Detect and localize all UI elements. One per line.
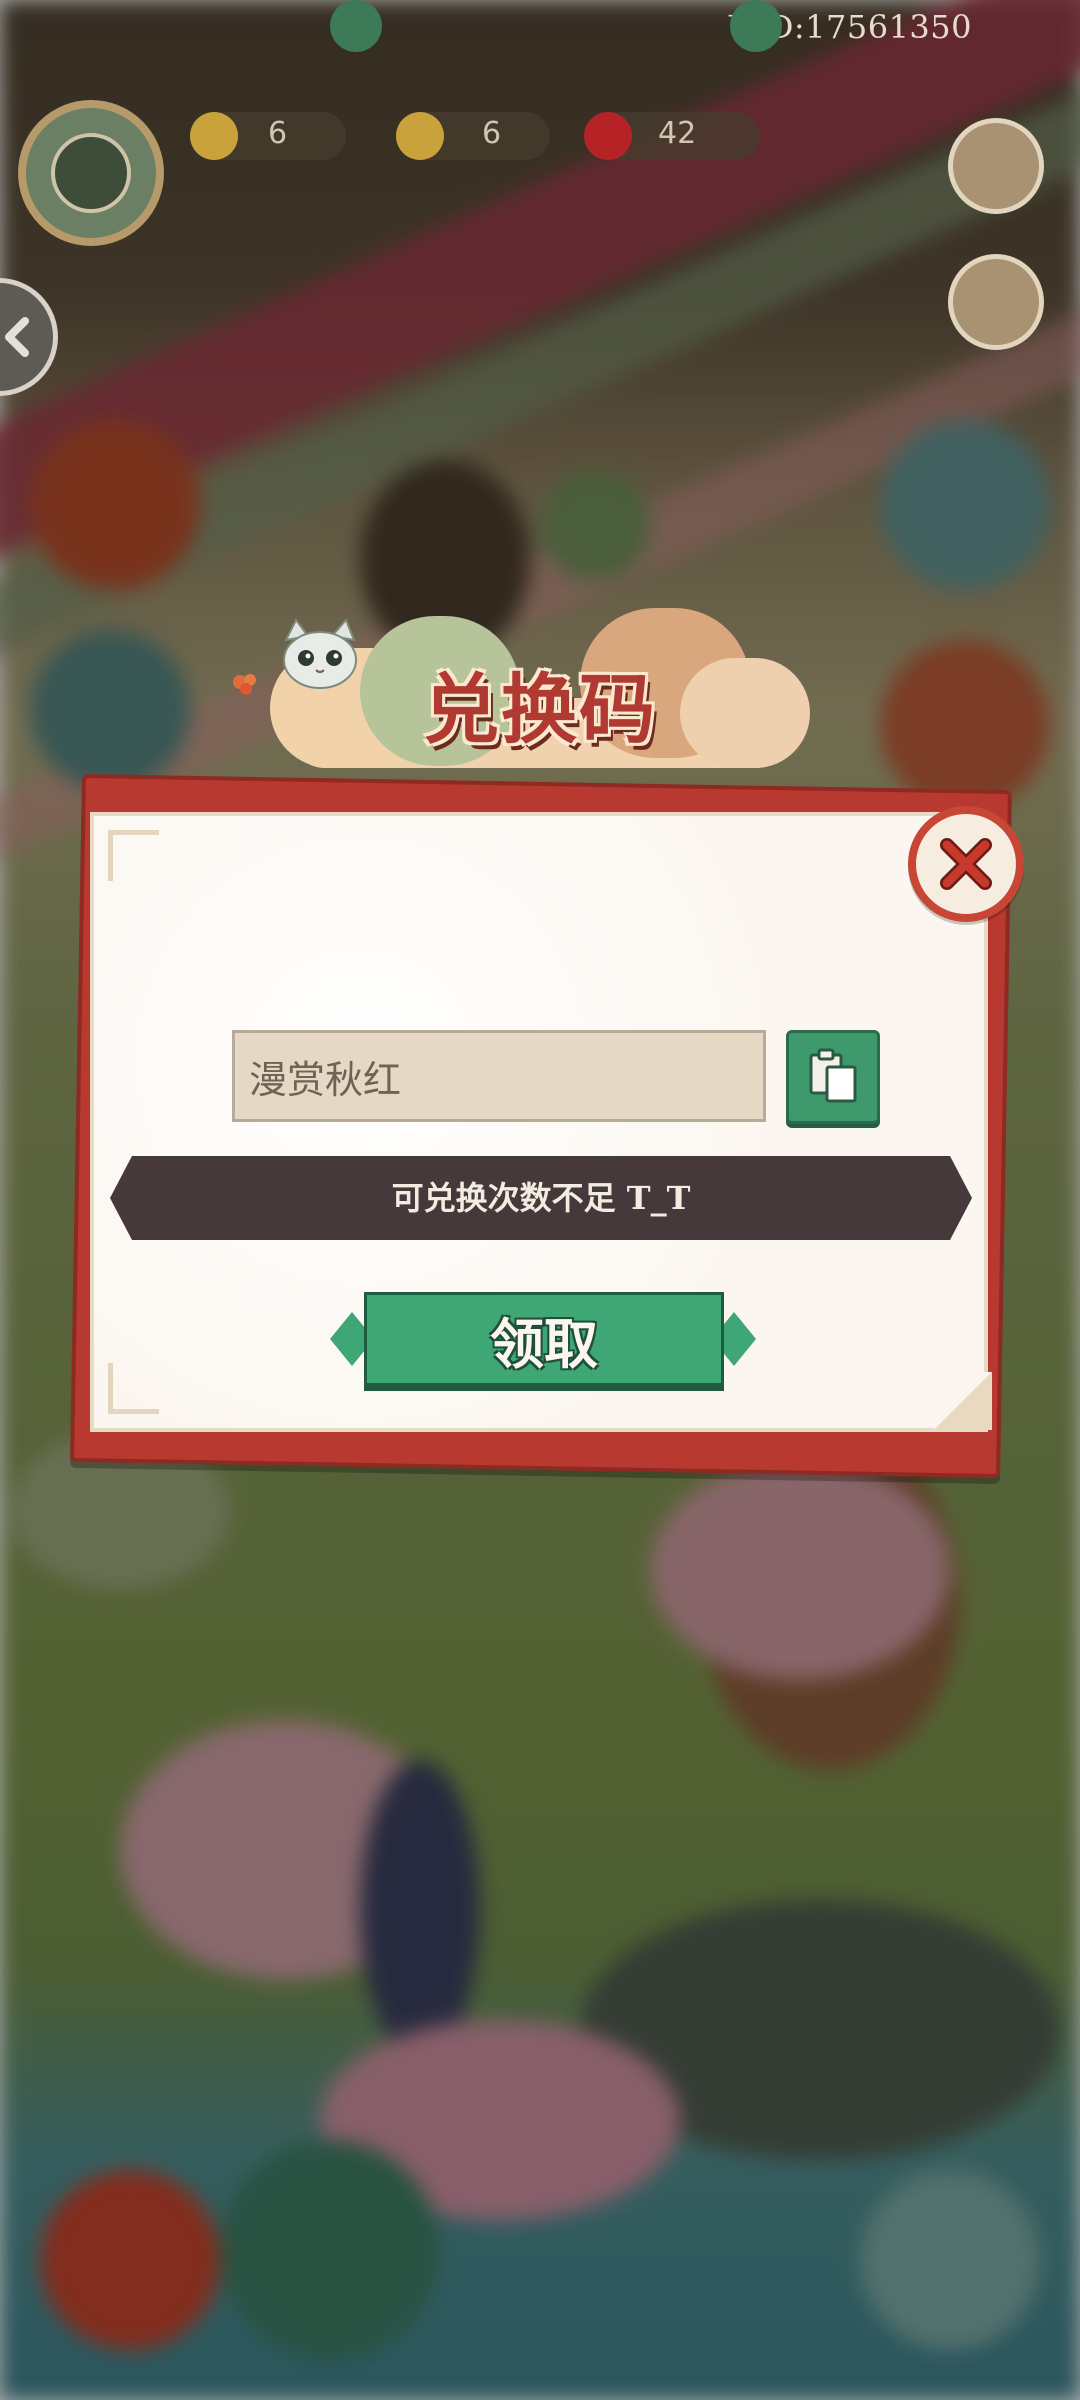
add-ruby-button[interactable] xyxy=(730,0,782,52)
chevron-left-icon xyxy=(5,317,29,357)
paste-button[interactable] xyxy=(786,1030,880,1124)
coin-icon xyxy=(396,112,444,160)
corner-ornament xyxy=(108,1363,159,1414)
clipboard-icon xyxy=(809,1048,857,1103)
add-energy-button[interactable] xyxy=(330,0,382,52)
player-avatar[interactable] xyxy=(18,100,164,246)
dialog-title: 兑换码 xyxy=(423,665,657,754)
lightning-icon xyxy=(190,112,238,160)
page-fold-decoration xyxy=(934,1372,992,1430)
list-icon[interactable] xyxy=(948,254,1044,350)
corner-ornament xyxy=(108,830,159,881)
close-icon xyxy=(940,838,992,890)
cart-icon[interactable] xyxy=(948,118,1044,214)
ruby-icon xyxy=(584,112,632,160)
redeem-code-input[interactable] xyxy=(232,1030,766,1122)
avatar-portrait xyxy=(51,133,131,213)
claim-button[interactable]: 领取 xyxy=(364,1292,724,1386)
resource-ruby: 42 xyxy=(584,112,760,160)
close-button[interactable] xyxy=(908,806,1024,922)
redeem-status-message: 可兑换次数不足 T_T xyxy=(391,1179,691,1217)
claim-button-group: 领取 xyxy=(330,1292,756,1386)
resource-coin: 6 xyxy=(396,112,550,160)
resource-energy: 6 xyxy=(190,112,346,160)
